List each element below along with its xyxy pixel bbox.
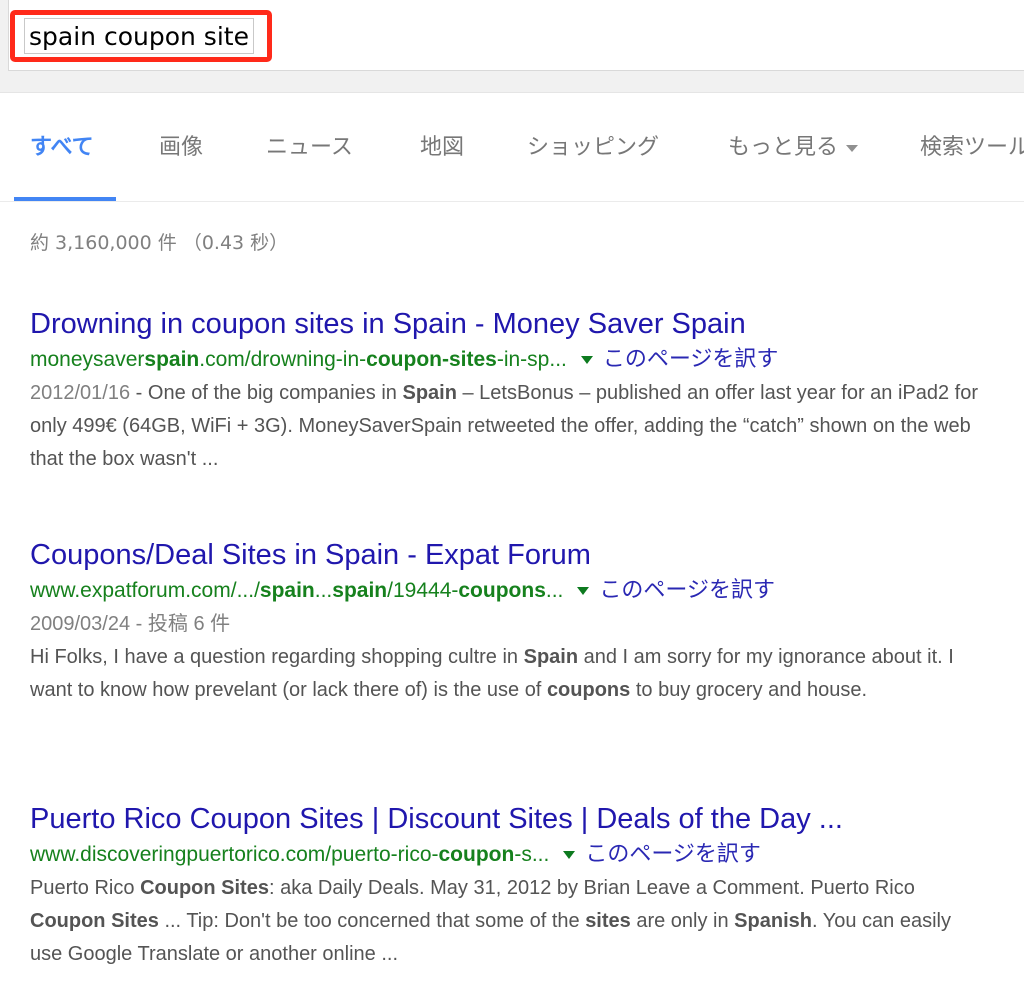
result-title-link[interactable]: Puerto Rico Coupon Sites | Discount Site… bbox=[30, 801, 980, 837]
tab-more[interactable]: もっと見る bbox=[728, 129, 859, 161]
tab-news[interactable]: ニュース bbox=[266, 129, 353, 161]
search-header: spain coupon site bbox=[0, 0, 1024, 93]
search-result: Puerto Rico Coupon Sites | Discount Site… bbox=[30, 801, 980, 971]
caret-down-icon[interactable] bbox=[577, 587, 590, 596]
tab-maps[interactable]: 地図 bbox=[420, 129, 464, 161]
result-url: moneysaverspain.com/drowning-in-coupon-s… bbox=[30, 348, 567, 371]
result-url-line: www.expatforum.com/.../spain...spain/194… bbox=[30, 575, 980, 606]
search-result: Coupons/Deal Sites in Spain - Expat Foru… bbox=[30, 537, 980, 707]
search-input[interactable]: spain coupon site bbox=[24, 18, 254, 54]
result-title-link[interactable]: Drowning in coupon sites in Spain - Mone… bbox=[30, 306, 980, 342]
result-stats: 約 3,160,000 件 （0.43 秒） bbox=[30, 232, 289, 254]
chevron-down-icon bbox=[846, 144, 859, 152]
translate-link[interactable]: このページを訳す bbox=[603, 346, 779, 371]
result-url-line: moneysaverspain.com/drowning-in-coupon-s… bbox=[30, 344, 980, 375]
result-url-line: www.discoveringpuertorico.com/puerto-ric… bbox=[30, 839, 980, 870]
result-snippet: 2012/01/16 - One of the big companies in… bbox=[30, 382, 979, 470]
result-snippet: 2009/03/24 - 投稿 6 件 Hi Folks, I have a qu… bbox=[30, 613, 954, 701]
translate-link[interactable]: このページを訳す bbox=[585, 841, 761, 866]
result-url: www.expatforum.com/.../spain...spain/194… bbox=[30, 579, 564, 602]
divider bbox=[0, 201, 1024, 202]
translate-link[interactable]: このページを訳す bbox=[599, 577, 775, 602]
tab-search-tools[interactable]: 検索ツール bbox=[920, 129, 1024, 161]
tab-more-label: もっと見る bbox=[728, 135, 839, 160]
search-tabs: すべて 画像 ニュース 地図 ショッピング もっと見る 検索ツール bbox=[0, 93, 1024, 201]
tab-all[interactable]: すべて bbox=[30, 129, 94, 161]
caret-down-icon[interactable] bbox=[563, 851, 576, 860]
search-result: Drowning in coupon sites in Spain - Mone… bbox=[30, 306, 980, 476]
tab-shopping[interactable]: ショッピング bbox=[527, 129, 659, 161]
result-title-link[interactable]: Coupons/Deal Sites in Spain - Expat Foru… bbox=[30, 537, 980, 573]
result-snippet: Puerto Rico Coupon Sites: aka Daily Deal… bbox=[30, 877, 951, 965]
result-url: www.discoveringpuertorico.com/puerto-ric… bbox=[30, 843, 550, 866]
tab-images[interactable]: 画像 bbox=[159, 129, 203, 161]
caret-down-icon[interactable] bbox=[580, 356, 593, 365]
